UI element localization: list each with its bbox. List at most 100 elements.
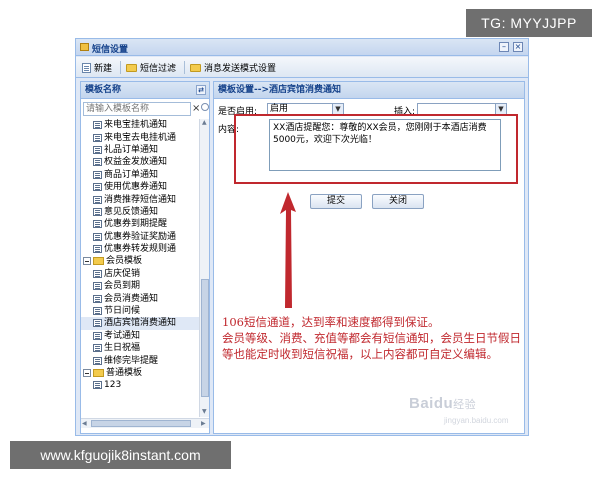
tree-item-label: 优惠券转发规则通 xyxy=(104,244,177,255)
tree-item[interactable]: 酒店宾馆消费通知 xyxy=(81,317,199,330)
horizontal-scrollbar[interactable]: ◀ ▶ xyxy=(81,418,209,428)
folder-icon xyxy=(93,369,104,377)
tree-item-label: 商品订单通知 xyxy=(104,169,159,180)
template-doc-icon xyxy=(93,344,102,353)
refresh-icon[interactable]: ⇄ xyxy=(196,85,206,95)
annotation-text: 106短信通道，达到率和速度都得到保证。 会员等级、消费、充值等都会有短信通知，… xyxy=(222,314,522,362)
tree-item[interactable]: 优惠券验证奖励通 xyxy=(81,231,199,243)
window-titlebar: 短信设置 – × xyxy=(76,39,528,56)
template-doc-icon xyxy=(93,121,102,130)
send-mode-button[interactable]: 消息发送模式设置 xyxy=(190,60,276,75)
tree-item-label: 会员消费通知 xyxy=(104,293,159,304)
template-doc-icon xyxy=(93,381,102,390)
template-doc-icon xyxy=(93,307,102,316)
scroll-up-icon[interactable]: ▲ xyxy=(202,119,207,127)
baidu-watermark: Baidu经验 xyxy=(409,395,476,412)
template-tree: 来电宝挂机通知 来电宝去电挂机通 礼品订单通知 权益金发放通知 商品订单通知 使用优惠券通… xyxy=(81,119,199,417)
tree-item[interactable]: 维修完毕提醒 xyxy=(81,354,199,366)
search-icon[interactable] xyxy=(201,103,209,111)
template-doc-icon xyxy=(93,220,102,229)
annotation-line-2: 会员等级、消费、充值等都会有短信通知，会员生日节假日等也能定时收到短信祝福，以上… xyxy=(222,331,521,361)
sms-filter-label: 短信过滤 xyxy=(140,64,177,74)
tree-item[interactable]: 123 xyxy=(81,379,199,391)
template-doc-icon xyxy=(93,331,102,340)
tree-item-label: 优惠券到期提醒 xyxy=(104,219,168,230)
tree-item[interactable]: 礼品订单通知 xyxy=(81,144,199,156)
template-doc-icon xyxy=(93,269,102,278)
tree-item[interactable]: 意见反馈通知 xyxy=(81,206,199,218)
watermark-top: TG: MYYJJPP xyxy=(466,9,592,37)
template-search-input[interactable] xyxy=(83,102,191,116)
annotation-arrow xyxy=(280,192,296,308)
sms-settings-window: 短信设置 – × 新建 短信过滤 消息发送模式设置 模板名称 ⇄ × 来电宝挂机… xyxy=(75,38,529,436)
tree-item-label: 节日问候 xyxy=(104,306,141,317)
annotation-line-1: 106短信通道，达到率和速度都得到保证。 xyxy=(222,315,440,329)
template-doc-icon xyxy=(93,133,102,142)
tree-item-label: 会员模板 xyxy=(106,256,143,267)
tree-item[interactable]: 节日问候 xyxy=(81,305,199,317)
template-panel-header: 模板名称 ⇄ xyxy=(81,82,209,99)
tree-item-label: 权益金发放通知 xyxy=(104,157,168,168)
folder-icon xyxy=(93,257,104,266)
template-settings-title: 模板设置-->酒店宾馆消费通知 xyxy=(214,82,524,99)
close-window-button[interactable]: × xyxy=(513,42,523,52)
tree-folder[interactable]: 会员模板 xyxy=(81,255,199,267)
template-doc-icon xyxy=(93,207,102,216)
tree-item[interactable]: 会员消费通知 xyxy=(81,292,199,304)
tree-item[interactable]: 优惠券转发规则通 xyxy=(81,243,199,255)
window-title: 短信设置 xyxy=(92,45,129,55)
template-doc-icon xyxy=(93,232,102,241)
minimize-button[interactable]: – xyxy=(499,42,509,52)
tree-item[interactable]: 来电宝挂机通知 xyxy=(81,119,199,131)
template-doc-icon xyxy=(93,294,102,303)
tree-item-label: 意见反馈通知 xyxy=(104,206,159,217)
collapse-icon[interactable] xyxy=(83,369,91,377)
tree-item[interactable]: 权益金发放通知 xyxy=(81,156,199,168)
tree-item-label: 生日祝福 xyxy=(104,343,141,354)
tree-item-label: 会员到期 xyxy=(104,281,141,292)
tree-folder[interactable]: 普通模板 xyxy=(81,367,199,379)
clear-search-button[interactable]: × xyxy=(192,102,201,116)
submit-button[interactable]: 提交 xyxy=(310,194,362,209)
tree-item-label: 店庆促销 xyxy=(104,268,141,279)
tree-item[interactable]: 生日祝福 xyxy=(81,342,199,354)
tree-item[interactable]: 考试通知 xyxy=(81,330,199,342)
template-doc-icon xyxy=(93,195,102,204)
scrollbar-thumb[interactable] xyxy=(201,279,209,397)
watermark-bottom: www.kfguojik8instant.com xyxy=(10,441,231,469)
collapse-icon[interactable] xyxy=(83,257,91,266)
new-doc-icon xyxy=(82,62,91,73)
template-doc-icon xyxy=(93,319,102,328)
vertical-scrollbar[interactable]: ▲ ▼ xyxy=(199,119,209,417)
scroll-right-icon[interactable]: ▶ xyxy=(201,420,206,428)
tree-item-label: 优惠券验证奖励通 xyxy=(104,231,177,242)
new-button-label: 新建 xyxy=(94,64,113,74)
send-mode-label: 消息发送模式设置 xyxy=(204,64,277,74)
app-icon xyxy=(80,43,89,51)
tree-item[interactable]: 店庆促销 xyxy=(81,268,199,280)
tree-item-label: 来电宝挂机通知 xyxy=(104,120,168,131)
tree-item[interactable]: 优惠券到期提醒 xyxy=(81,218,199,230)
close-button[interactable]: 关闭 xyxy=(372,194,424,209)
toolbar-divider xyxy=(120,61,121,74)
tree-item-label: 考试通知 xyxy=(104,330,141,341)
content-highlight-box xyxy=(234,114,518,184)
tree-item[interactable]: 来电宝去电挂机通 xyxy=(81,131,199,143)
template-doc-icon xyxy=(93,183,102,192)
sms-filter-button[interactable]: 短信过滤 xyxy=(126,60,176,75)
tree-item-label: 酒店宾馆消费通知 xyxy=(104,318,177,329)
tree-item[interactable]: 使用优惠券通知 xyxy=(81,181,199,193)
tree-item-label: 123 xyxy=(104,380,122,391)
folder-icon xyxy=(190,63,201,72)
tree-item[interactable]: 商品订单通知 xyxy=(81,169,199,181)
scroll-left-icon[interactable]: ◀ xyxy=(82,420,87,428)
scroll-down-icon[interactable]: ▼ xyxy=(202,408,207,416)
baidu-cn: 经验 xyxy=(453,399,477,411)
scrollbar-thumb[interactable] xyxy=(91,420,191,427)
tree-item[interactable]: 会员到期 xyxy=(81,280,199,292)
new-button[interactable]: 新建 xyxy=(82,60,112,75)
tree-item[interactable]: 消费推荐短信通知 xyxy=(81,193,199,205)
template-settings-panel: 模板设置-->酒店宾馆消费通知 是否启用: 启用 ▼ 插入: ▼ 内容: XX酒… xyxy=(213,81,525,434)
tree-item-label: 礼品订单通知 xyxy=(104,144,159,155)
tree-item-label: 普通模板 xyxy=(106,368,143,378)
